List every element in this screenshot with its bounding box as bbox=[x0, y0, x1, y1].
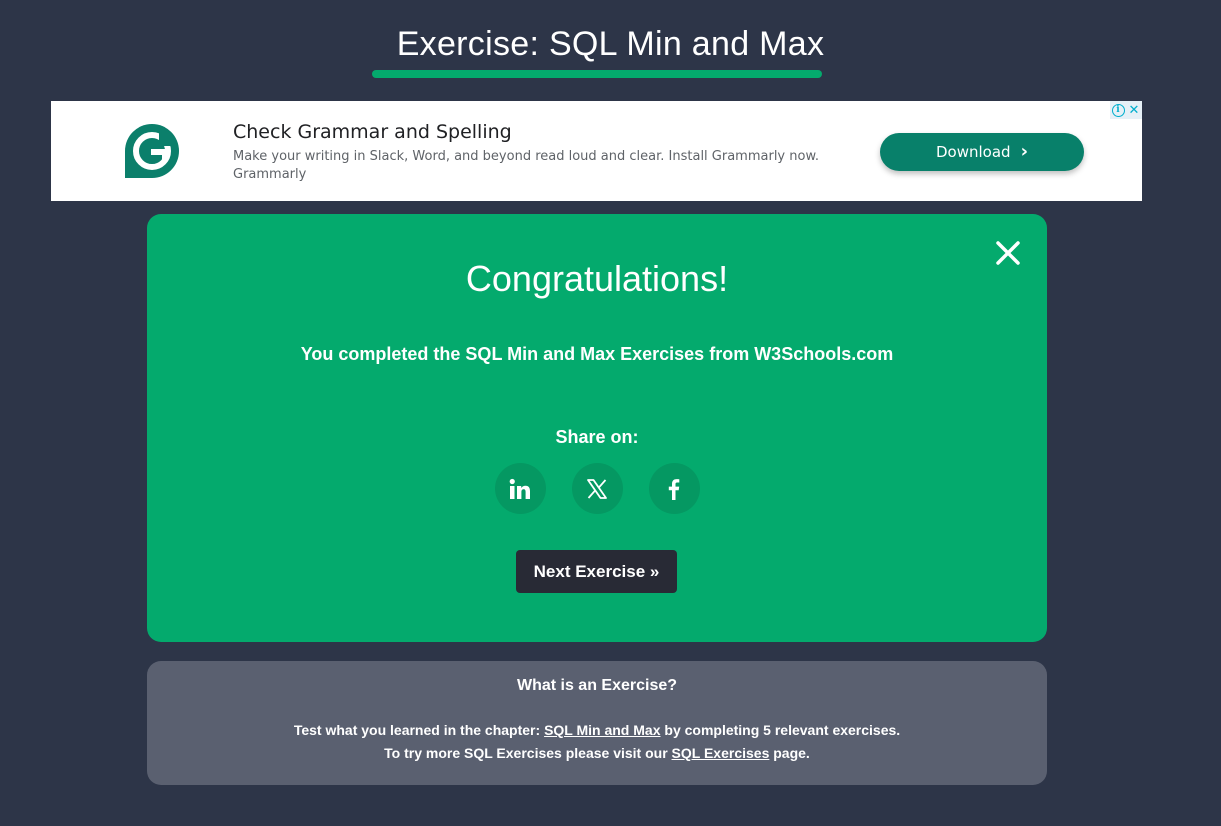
info-panel: What is an Exercise? Test what you learn… bbox=[147, 661, 1047, 785]
congrats-panel: Congratulations! You completed the SQL M… bbox=[147, 214, 1047, 642]
info-line2-prefix: To try more SQL Exercises please visit o… bbox=[384, 745, 672, 761]
next-exercise-button[interactable]: Next Exercise » bbox=[516, 550, 677, 593]
share-row bbox=[147, 463, 1047, 514]
share-x-button[interactable] bbox=[571, 463, 623, 514]
congrats-title: Congratulations! bbox=[465, 258, 729, 299]
info-heading: What is an Exercise? bbox=[516, 677, 678, 694]
ad-headline[interactable]: Check Grammar and Spelling bbox=[233, 121, 512, 143]
ad-download-label: Download bbox=[936, 143, 1011, 161]
info-line2-suffix: page. bbox=[769, 745, 810, 761]
share-linkedin-button[interactable] bbox=[494, 463, 546, 514]
linkedin-icon bbox=[509, 478, 530, 499]
info-line-more: To try more SQL Exercises please visit o… bbox=[147, 745, 1047, 761]
ad-choices[interactable]: i ✕ bbox=[1110, 101, 1142, 119]
page: Exercise: SQL Min and Max Check Grammar … bbox=[0, 0, 1221, 826]
info-line1-suffix: by completing 5 relevant exercises. bbox=[660, 722, 901, 738]
close-icon[interactable]: ✕ bbox=[1126, 101, 1142, 119]
congrats-message: You completed the SQL Min and Max Exerci… bbox=[300, 344, 894, 364]
ad-advertiser: Grammarly bbox=[233, 167, 307, 182]
info-icon[interactable]: i bbox=[1110, 101, 1126, 119]
info-line-chapter: Test what you learned in the chapter: SQ… bbox=[147, 722, 1047, 738]
chapter-link[interactable]: SQL Min and Max bbox=[544, 722, 660, 738]
x-icon bbox=[587, 478, 607, 499]
ad-body: Make your writing in Slack, Word, and be… bbox=[233, 148, 833, 184]
facebook-icon bbox=[668, 478, 680, 500]
page-title: Exercise: SQL Min and Max bbox=[396, 25, 825, 63]
share-facebook-button[interactable] bbox=[648, 463, 700, 514]
ad-description: Make your writing in Slack, Word, and be… bbox=[233, 149, 820, 164]
title-wrap: Exercise: SQL Min and Max bbox=[0, 22, 1221, 66]
ad-download-button[interactable]: Download › bbox=[880, 133, 1084, 171]
sql-exercises-link[interactable]: SQL Exercises bbox=[672, 745, 770, 761]
share-label: Share on: bbox=[555, 427, 639, 447]
ad-banner[interactable]: Check Grammar and Spelling Make your wri… bbox=[51, 101, 1142, 201]
chevron-right-icon: › bbox=[1020, 141, 1028, 162]
title-underline bbox=[372, 70, 822, 78]
grammarly-g-icon bbox=[125, 124, 179, 178]
info-line1-prefix: Test what you learned in the chapter: bbox=[293, 722, 545, 738]
